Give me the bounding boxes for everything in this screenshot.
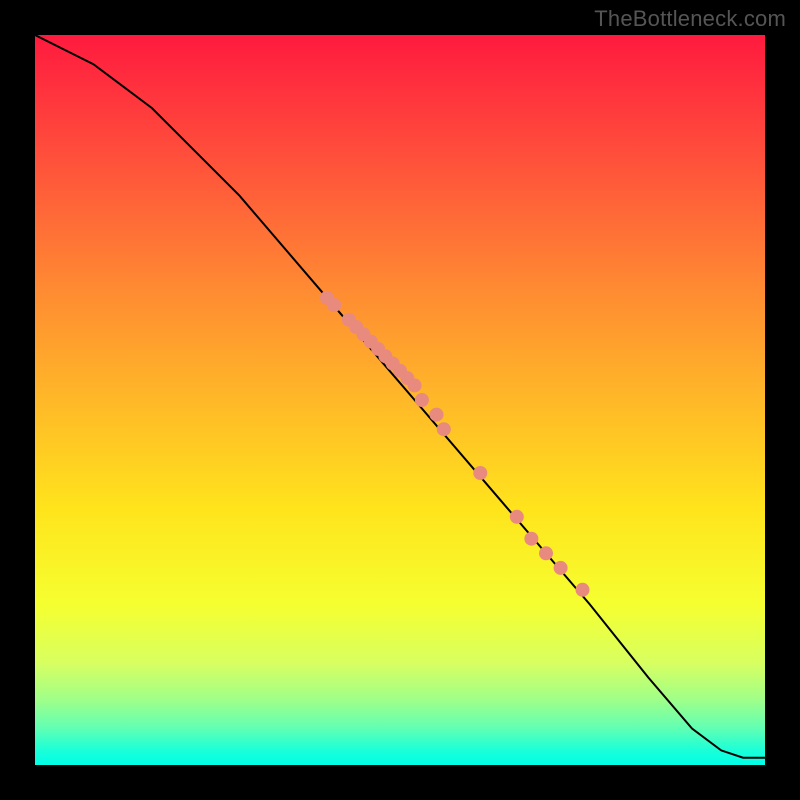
data-point <box>327 298 341 312</box>
curve-line <box>35 35 765 758</box>
chart-frame: TheBottleneck.com <box>0 0 800 800</box>
data-point <box>408 378 422 392</box>
data-point <box>510 510 524 524</box>
data-point <box>554 561 568 575</box>
watermark-text: TheBottleneck.com <box>594 6 786 32</box>
data-point <box>430 408 444 422</box>
data-point <box>473 466 487 480</box>
data-point <box>437 422 451 436</box>
data-point <box>576 583 590 597</box>
plot-area <box>35 35 765 765</box>
chart-overlay <box>35 35 765 765</box>
data-point <box>524 532 538 546</box>
data-point <box>539 546 553 560</box>
data-point <box>415 393 429 407</box>
